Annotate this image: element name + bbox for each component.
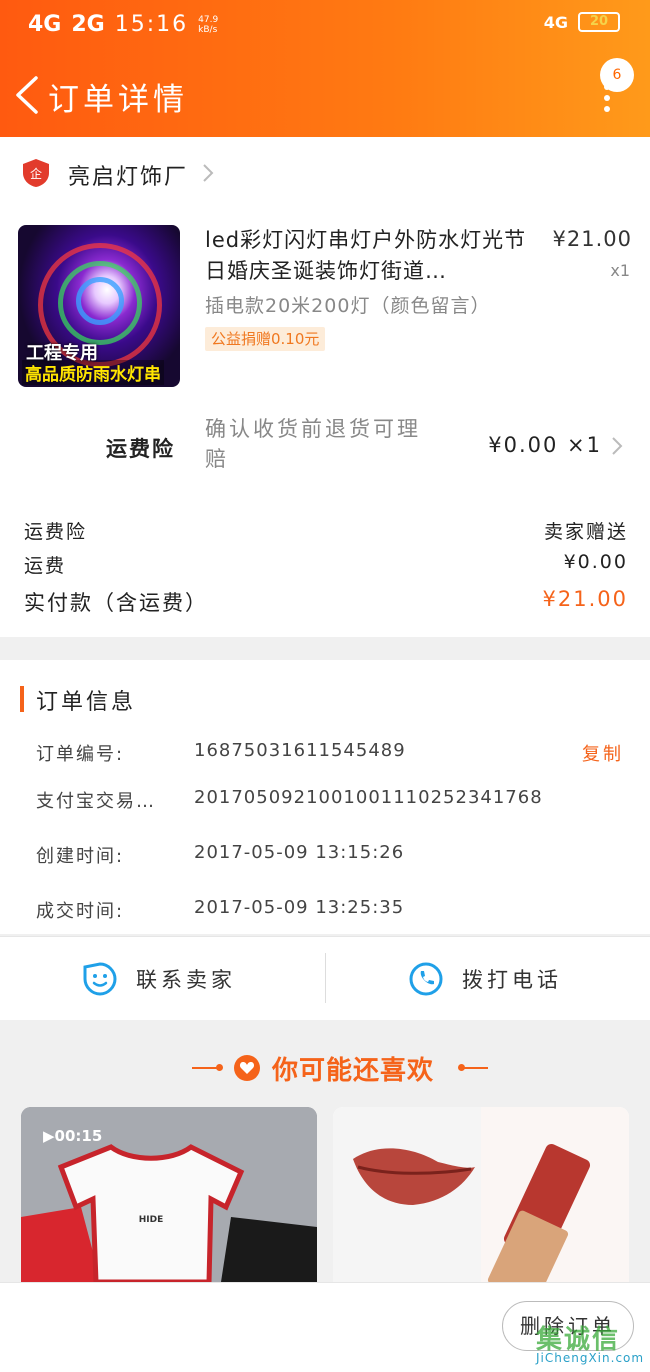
total-label: 实付款（含运费）: [24, 591, 208, 615]
summary-label: 运费险: [24, 521, 88, 543]
info-label: 创建时间:: [36, 846, 125, 867]
light-ring: [76, 277, 124, 325]
info-label: 订单编号:: [36, 744, 125, 765]
product-quantity: x1: [610, 261, 630, 280]
back-arrow-icon[interactable]: [8, 70, 48, 120]
chevron-right-icon: [203, 164, 214, 182]
thumb-caption-yellow: 高品质防雨水灯串: [22, 360, 164, 385]
order-card: 企 亮启灯饰厂 工程专用 高品质防雨水灯串 led彩灯闪灯串灯户外防水灯光节日婚…: [0, 137, 650, 637]
header: 4G 2G 15:16 47.9 kB/s 4G 20 订单详情 6: [0, 0, 650, 137]
lipstick-image: [333, 1107, 629, 1282]
decor-dot: [216, 1064, 223, 1071]
net-speed: 47.9 kB/s: [198, 14, 219, 35]
info-value: 16875031611545489: [194, 740, 406, 761]
section-accent-bar: [20, 686, 24, 712]
info-value: 2017-05-09 13:15:26: [194, 842, 405, 863]
info-value: 2017-05-09 13:25:35: [194, 897, 405, 918]
svg-text:企: 企: [30, 166, 42, 181]
summary-row: 运费险 卖家赠送: [24, 517, 628, 544]
insurance-label: 运费险: [106, 437, 175, 461]
status-bar: 4G 2G 15:16 47.9 kB/s 4G 20: [0, 0, 650, 50]
more-menu-icon[interactable]: [602, 84, 612, 114]
info-value: 2017050921001001110252341768: [194, 787, 543, 808]
battery-icon: 20: [578, 12, 620, 32]
product-price: ¥21.00: [552, 227, 632, 251]
product-sku: 插电款20米200灯（颜色留言）: [205, 295, 491, 317]
call-phone-label: 拨打电话: [462, 968, 562, 992]
recommend-header: 你可能还喜欢: [0, 1046, 650, 1090]
summary-value: ¥0.00: [563, 551, 628, 573]
total-value: ¥21.00: [542, 587, 628, 611]
call-phone-button[interactable]: 拨打电话: [408, 937, 562, 1021]
page-title: 订单详情: [48, 82, 188, 118]
recommend-title: 你可能还喜欢: [272, 1056, 435, 1086]
product-title[interactable]: led彩灯闪灯串灯户外防水灯光节日婚庆圣诞装饰灯街道…: [205, 225, 535, 287]
divider: [325, 953, 326, 1003]
shop-row[interactable]: 企 亮启灯饰厂: [0, 137, 650, 209]
svg-text:HIDE: HIDE: [139, 1215, 164, 1225]
contact-seller-label: 联系卖家: [136, 968, 236, 992]
contact-seller-button[interactable]: 联系卖家: [82, 937, 236, 1021]
status-right: 4G 20: [544, 12, 620, 32]
enterprise-shield-icon: 企: [23, 159, 49, 187]
info-label: 支付宝交易…: [36, 791, 156, 812]
insurance-description: 确认收货前退货可理赔: [205, 417, 421, 471]
clock: 15:16: [114, 12, 189, 37]
video-duration: ▶00:15: [43, 1127, 103, 1145]
phone-icon: [409, 962, 443, 996]
signal-4g-right: 4G: [543, 12, 568, 32]
total-row: 实付款（含运费） ¥21.00: [24, 587, 628, 617]
summary-value: 卖家赠送: [543, 521, 628, 543]
insurance-price[interactable]: ¥0.00 ×1: [488, 433, 602, 457]
bottom-bar: 删除订单 集诚信 JiChengXin.com: [0, 1282, 650, 1372]
copy-button[interactable]: 复制: [582, 740, 624, 766]
order-info-title: 订单信息: [36, 690, 137, 715]
watermark-url: JiChengXin.com: [536, 1351, 645, 1365]
heart-icon: [234, 1055, 260, 1081]
recommend-item-tshirt[interactable]: HIDE ▶00:15: [21, 1107, 317, 1282]
shop-name: 亮启灯饰厂: [68, 165, 189, 190]
decor-line: [192, 1067, 218, 1069]
product-thumbnail[interactable]: 工程专用 高品质防雨水灯串: [18, 225, 180, 387]
chevron-right-icon[interactable]: [610, 435, 624, 457]
order-info-card: 订单信息 订单编号: 16875031611545489 支付宝交易… 2017…: [0, 660, 650, 934]
decor-line: [462, 1067, 488, 1069]
status-left: 4G 2G 15:16 47.9 kB/s: [28, 12, 226, 37]
nav-bar: 订单详情 6: [0, 58, 650, 130]
summary-label: 运费: [24, 555, 67, 577]
signal-4g: 4G: [28, 12, 62, 37]
signal-2g: 2G: [71, 12, 105, 37]
summary-row: 运费 ¥0.00: [24, 551, 628, 578]
recommend-item-lipstick[interactable]: [333, 1107, 629, 1282]
action-bar: 联系卖家 拨打电话: [0, 936, 650, 1020]
chat-smile-icon: [83, 962, 117, 996]
info-label: 成交时间:: [36, 901, 125, 922]
charity-tag: 公益捐赠0.10元: [205, 327, 326, 351]
